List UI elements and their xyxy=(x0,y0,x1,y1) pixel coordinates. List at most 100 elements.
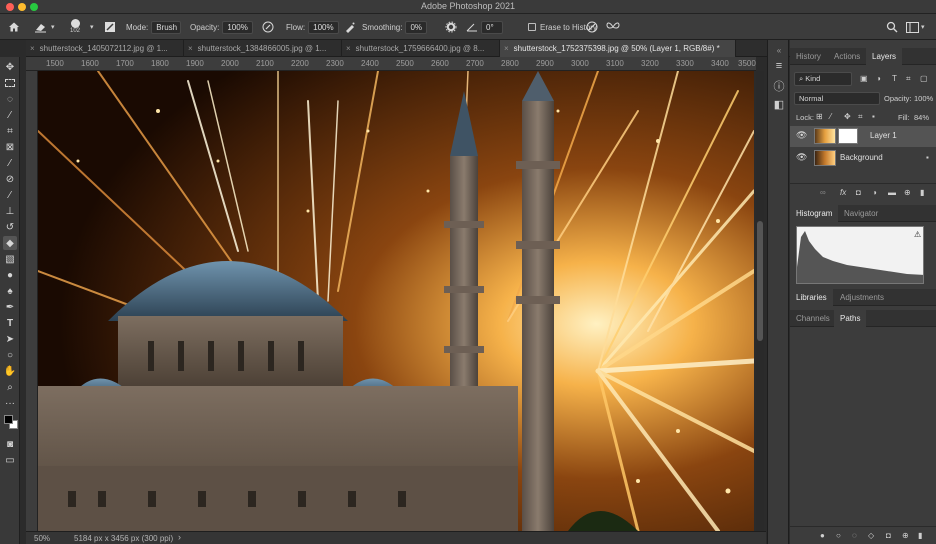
hand-tool[interactable]: ✋ xyxy=(3,364,17,378)
quick-mask-button[interactable]: ◙ xyxy=(3,437,17,451)
smart-object-filter-icon[interactable]: ▢ xyxy=(920,74,928,83)
type-tool[interactable]: T xyxy=(3,316,17,330)
pressure-size-button[interactable] xyxy=(586,14,598,40)
blur-tool[interactable]: ● xyxy=(3,268,17,282)
layer-row[interactable]: 👁 Background ▪ xyxy=(790,148,936,169)
erase-history-checkbox[interactable] xyxy=(528,23,536,31)
home-button[interactable] xyxy=(8,14,20,40)
stroke-path-icon[interactable]: ○ xyxy=(836,531,841,540)
close-tab-icon[interactable]: × xyxy=(346,44,351,53)
adjustment-filter-icon[interactable]: ◑ xyxy=(876,74,881,83)
healing-brush-tool[interactable]: ⊘ xyxy=(3,172,17,186)
scrollbar-thumb[interactable] xyxy=(757,221,763,341)
tab-history[interactable]: History xyxy=(790,48,827,65)
brush-size-picker[interactable]: 102 xyxy=(70,14,80,40)
warning-icon[interactable]: ⚠ xyxy=(914,230,921,239)
document-tab-active[interactable]: × shutterstock_1752375398.jpg @ 50% (Lay… xyxy=(500,40,736,57)
layer-row[interactable]: 👁 Layer 1 xyxy=(790,126,936,147)
tab-channels[interactable]: Channels xyxy=(790,310,836,327)
trash-icon[interactable]: ▮ xyxy=(918,531,922,540)
lock-pixels-icon[interactable]: ⁄ xyxy=(830,112,831,121)
layer-mask-thumbnail[interactable] xyxy=(838,128,858,144)
load-selection-icon[interactable]: ◌ xyxy=(852,531,857,540)
new-layer-icon[interactable]: ⊕ xyxy=(904,188,911,197)
pen-tool[interactable]: ✒ xyxy=(3,300,17,314)
lasso-tool[interactable]: ◌ xyxy=(3,92,17,106)
blend-mode-select[interactable]: Normal xyxy=(794,92,880,105)
folder-icon[interactable]: ▬ xyxy=(888,188,896,197)
collapse-icon[interactable]: « xyxy=(772,46,786,60)
tool-preset-picker[interactable]: ▾ xyxy=(34,14,55,40)
properties-icon[interactable]: ≡ xyxy=(772,60,786,74)
mode-select[interactable]: Brush xyxy=(151,20,182,34)
frame-tool[interactable]: ⊠ xyxy=(3,140,17,154)
screen-mode-button[interactable]: ▭ xyxy=(3,453,17,467)
lock-transparency-icon[interactable]: ⊞ xyxy=(816,112,823,121)
lock-artboard-icon[interactable]: ⌗ xyxy=(858,112,863,122)
color-swatches[interactable] xyxy=(3,413,19,431)
color-icon[interactable]: ◧ xyxy=(772,98,786,112)
layer-opacity-value[interactable]: 100% xyxy=(914,94,933,103)
image-filter-icon[interactable]: ▣ xyxy=(860,74,868,83)
document-tab[interactable]: × shutterstock_1405072112.jpg @ 1... xyxy=(26,40,184,57)
chevron-right-icon[interactable]: › xyxy=(178,532,181,542)
tab-navigator[interactable]: Navigator xyxy=(838,205,884,222)
document-tab[interactable]: × shutterstock_1759666400.jpg @ 8... xyxy=(342,40,500,57)
brush-tool[interactable]: ⁄ xyxy=(3,188,17,202)
adjustment-layer-icon[interactable]: ◑ xyxy=(872,188,877,197)
workspace-button[interactable]: ▾ xyxy=(906,14,925,40)
vertical-scrollbar[interactable] xyxy=(756,71,764,531)
close-tab-icon[interactable]: × xyxy=(188,44,193,53)
make-path-icon[interactable]: ◇ xyxy=(868,531,874,540)
history-brush-tool[interactable]: ↺ xyxy=(3,220,17,234)
angle-input[interactable]: 0° xyxy=(481,20,503,34)
link-layers-icon[interactable]: ∞ xyxy=(820,188,826,197)
dodge-tool[interactable]: ♠ xyxy=(3,284,17,298)
eraser-tool[interactable]: ◆ xyxy=(3,236,17,250)
pressure-opacity-button[interactable] xyxy=(262,14,274,40)
move-tool[interactable]: ✥ xyxy=(3,60,17,74)
foreground-color-swatch[interactable] xyxy=(4,415,13,424)
close-tab-icon[interactable]: × xyxy=(504,44,509,53)
path-selection-tool[interactable]: ➤ xyxy=(3,332,17,346)
add-mask-icon[interactable]: ◘ xyxy=(856,188,861,197)
visibility-eye-icon[interactable]: 👁 xyxy=(796,152,807,163)
symmetry-button[interactable] xyxy=(606,14,620,40)
crop-tool[interactable]: ⌗ xyxy=(3,124,17,138)
tab-paths[interactable]: Paths xyxy=(834,310,867,327)
zoom-tool[interactable]: ⌕ xyxy=(3,380,17,394)
visibility-eye-icon[interactable]: 👁 xyxy=(796,130,807,141)
fill-path-icon[interactable]: ● xyxy=(820,531,825,540)
zoom-level[interactable]: 50% xyxy=(34,534,50,543)
tab-adjustments[interactable]: Adjustments xyxy=(834,289,890,306)
airbrush-button[interactable] xyxy=(344,14,356,40)
tab-actions[interactable]: Actions xyxy=(828,48,866,65)
close-tab-icon[interactable]: × xyxy=(30,44,35,53)
smoothing-options-button[interactable] xyxy=(445,14,457,40)
trash-icon[interactable]: ▮ xyxy=(920,188,924,197)
magic-wand-tool[interactable]: ⁄ xyxy=(3,108,17,122)
flow-input[interactable]: 100% xyxy=(308,20,339,34)
layer-kind-filter[interactable]: ⌕ Kind xyxy=(794,72,852,86)
document-tab[interactable]: × shutterstock_1384866005.jpg @ 1... xyxy=(184,40,342,57)
tab-libraries[interactable]: Libraries xyxy=(790,289,833,306)
angle-control[interactable]: 0° xyxy=(466,14,503,40)
add-mask-icon[interactable]: ◘ xyxy=(886,531,891,540)
type-filter-icon[interactable]: T xyxy=(892,74,897,83)
shape-tool[interactable]: ○ xyxy=(3,348,17,362)
fill-value[interactable]: 84% xyxy=(914,113,929,122)
tab-histogram[interactable]: Histogram xyxy=(790,205,839,222)
eyedropper-tool[interactable]: ⁄ xyxy=(3,156,17,170)
fx-icon[interactable]: fx xyxy=(840,188,846,197)
marquee-tool[interactable] xyxy=(3,76,17,90)
lock-all-icon[interactable]: ▪ xyxy=(872,112,875,121)
gradient-tool[interactable]: ▧ xyxy=(3,252,17,266)
tab-layers[interactable]: Layers xyxy=(866,48,903,65)
brush-dropdown[interactable]: ▾ xyxy=(90,14,94,40)
shape-filter-icon[interactable]: ⌗ xyxy=(906,74,911,84)
lock-position-icon[interactable]: ✥ xyxy=(844,112,851,121)
edit-toolbar-button[interactable]: ··· xyxy=(3,396,17,410)
brush-settings-button[interactable] xyxy=(104,14,116,40)
info-icon[interactable]: ⓘ xyxy=(772,78,786,93)
new-path-icon[interactable]: ⊕ xyxy=(902,531,909,540)
